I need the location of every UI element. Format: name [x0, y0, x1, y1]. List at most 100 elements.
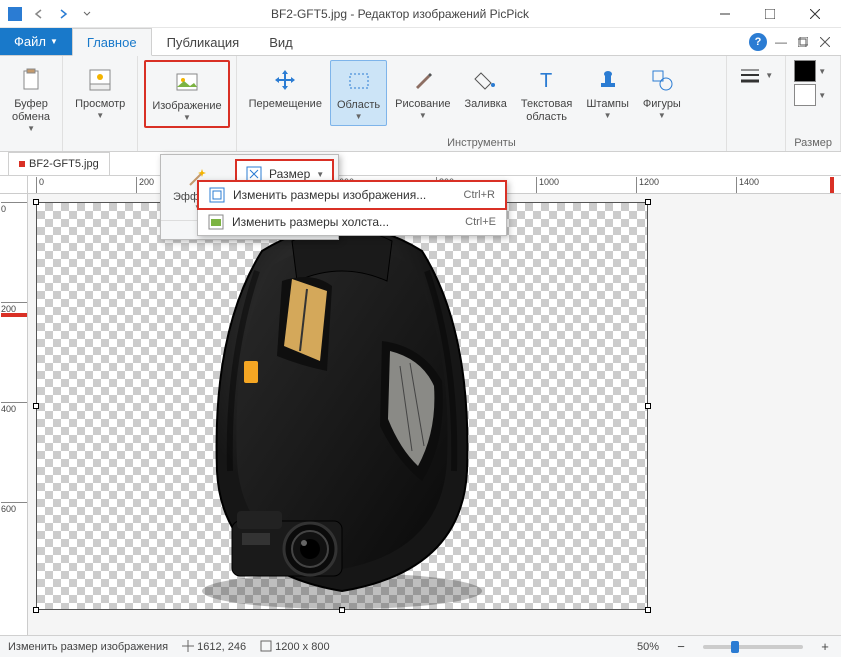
resize-canvas-item[interactable]: Изменить размеры холста... Ctrl+E — [198, 209, 506, 235]
clipboard-icon — [15, 64, 47, 96]
resize-canvas-label: Изменить размеры холста... — [232, 215, 457, 229]
tab-home[interactable]: Главное — [72, 28, 152, 56]
close-button[interactable] — [792, 0, 837, 28]
text-icon: T — [531, 64, 563, 96]
size-label: Размер — [269, 167, 310, 181]
window-title: BF2-GFT5.jpg - Редактор изображений PicP… — [98, 7, 702, 21]
selection-handle[interactable] — [33, 199, 39, 205]
background-color[interactable] — [794, 84, 816, 106]
shapes-label: Фигуры — [643, 98, 681, 111]
tab-view[interactable]: Вид — [254, 28, 308, 55]
textarea-label: Текстовая область — [521, 98, 572, 124]
ribbon-group-line: ▼ — [727, 56, 786, 151]
window-controls — [702, 0, 837, 28]
size-group-label: Размер — [794, 135, 832, 149]
ruler-corner — [0, 176, 28, 194]
shapes-button[interactable]: Фигуры ▼ — [637, 60, 687, 124]
preview-label: Просмотр — [75, 98, 125, 111]
clipboard-label: Буфер обмена — [12, 98, 50, 124]
clipboard-button[interactable]: Буфер обмена ▼ — [6, 60, 56, 137]
selection-handle[interactable] — [645, 403, 651, 409]
image-label: Изображение — [152, 100, 221, 113]
ribbon: Буфер обмена ▼ Просмотр ▼ Изображение ▼ — [0, 56, 841, 152]
app-menu-icon[interactable] — [4, 3, 26, 25]
cursor-position: 1612, 246 — [182, 640, 246, 653]
ribbon-group-image: Изображение ▼ — [138, 56, 236, 151]
qat-dropdown[interactable] — [76, 3, 98, 25]
preview-icon — [84, 64, 116, 96]
move-button[interactable]: Перемещение — [243, 60, 328, 115]
resize-canvas-shortcut: Ctrl+E — [465, 216, 496, 228]
selection-handle[interactable] — [33, 607, 39, 613]
ribbon-group-tools: Перемещение Область ▼ Рисование ▼ Заливк… — [237, 56, 728, 151]
canvas-area: 0 200 400 600 800 1000 1200 1400 0 200 4… — [0, 176, 841, 635]
title-bar: BF2-GFT5.jpg - Редактор изображений PicP… — [0, 0, 841, 28]
ruler-marker-v — [1, 312, 27, 316]
move-label: Перемещение — [249, 98, 322, 111]
brush-icon — [407, 64, 439, 96]
shapes-icon — [646, 64, 678, 96]
draw-button[interactable]: Рисование ▼ — [389, 60, 456, 124]
ribbon-group-preview: Просмотр ▼ — [63, 56, 138, 151]
canvas-image[interactable] — [36, 202, 648, 610]
file-tab[interactable]: Файл▼ — [0, 28, 72, 55]
resize-image-icon — [209, 187, 225, 203]
document-tab[interactable]: BF2-GFT5.jpg — [8, 152, 110, 175]
zoom-slider[interactable] — [703, 645, 803, 649]
ribbon-restore-button[interactable] — [795, 34, 811, 50]
stamps-button[interactable]: Штампы ▼ — [580, 60, 635, 124]
bucket-icon — [470, 64, 502, 96]
quick-access-toolbar — [4, 3, 98, 25]
backpack-image — [172, 211, 512, 611]
zoom-in-button[interactable]: + — [817, 639, 833, 655]
tab-publish[interactable]: Публикация — [152, 28, 255, 55]
resize-image-shortcut: Ctrl+R — [464, 189, 495, 201]
ribbon-tabs: Файл▼ Главное Публикация Вид ? — — [0, 28, 841, 56]
image-button[interactable]: Изображение ▼ — [144, 60, 229, 128]
modified-indicator-icon — [19, 161, 25, 167]
resize-image-label: Изменить размеры изображения... — [233, 188, 456, 202]
foreground-color[interactable] — [794, 60, 816, 82]
zoom-out-button[interactable]: − — [673, 639, 689, 655]
region-button[interactable]: Область ▼ — [330, 60, 387, 126]
preview-button[interactable]: Просмотр ▼ — [69, 60, 131, 124]
stamps-label: Штампы — [586, 98, 629, 111]
selection-handle[interactable] — [645, 199, 651, 205]
status-bar: Изменить размер изображения 1612, 246 12… — [0, 635, 841, 657]
zoom-percent[interactable]: 50% — [637, 641, 659, 653]
draw-label: Рисование — [395, 98, 450, 111]
resize-image-item[interactable]: Изменить размеры изображения... Ctrl+R — [197, 180, 507, 210]
document-tab-label: BF2-GFT5.jpg — [29, 158, 99, 170]
fill-button[interactable]: Заливка — [459, 60, 513, 115]
ruler-vertical: 0 200 400 600 — [0, 194, 28, 635]
move-icon — [269, 64, 301, 96]
maximize-button[interactable] — [747, 0, 792, 28]
region-label: Область — [337, 99, 380, 112]
canvas-viewport[interactable] — [28, 194, 841, 635]
svg-text:T: T — [540, 70, 552, 92]
crosshair-icon — [182, 640, 194, 652]
ribbon-minimize-button[interactable]: — — [773, 34, 789, 50]
ruler-marker — [828, 177, 840, 194]
selection-handle[interactable] — [33, 403, 39, 409]
stamp-icon — [592, 64, 624, 96]
region-icon — [343, 65, 375, 97]
redo-button[interactable] — [52, 3, 74, 25]
zoom-thumb[interactable] — [731, 641, 739, 653]
resize-canvas-icon — [208, 214, 224, 230]
tools-group-label: Инструменты — [243, 135, 721, 149]
line-weight-icon[interactable] — [739, 66, 761, 84]
status-hint: Изменить размер изображения — [8, 641, 168, 653]
help-button[interactable]: ? — [749, 33, 767, 51]
dimensions-icon — [260, 640, 272, 652]
undo-button[interactable] — [28, 3, 50, 25]
textarea-button[interactable]: T Текстовая область — [515, 60, 578, 128]
file-tab-label: Файл — [14, 34, 46, 49]
size-submenu: Изменить размеры изображения... Ctrl+R И… — [197, 180, 507, 236]
selection-handle[interactable] — [645, 607, 651, 613]
minimize-button[interactable] — [702, 0, 747, 28]
ribbon-close-button[interactable] — [817, 34, 833, 50]
document-tabs: BF2-GFT5.jpg — [0, 152, 841, 176]
image-dimensions: 1200 x 800 — [260, 640, 330, 653]
ribbon-group-size: ▼ ▼ Размер — [786, 56, 841, 151]
